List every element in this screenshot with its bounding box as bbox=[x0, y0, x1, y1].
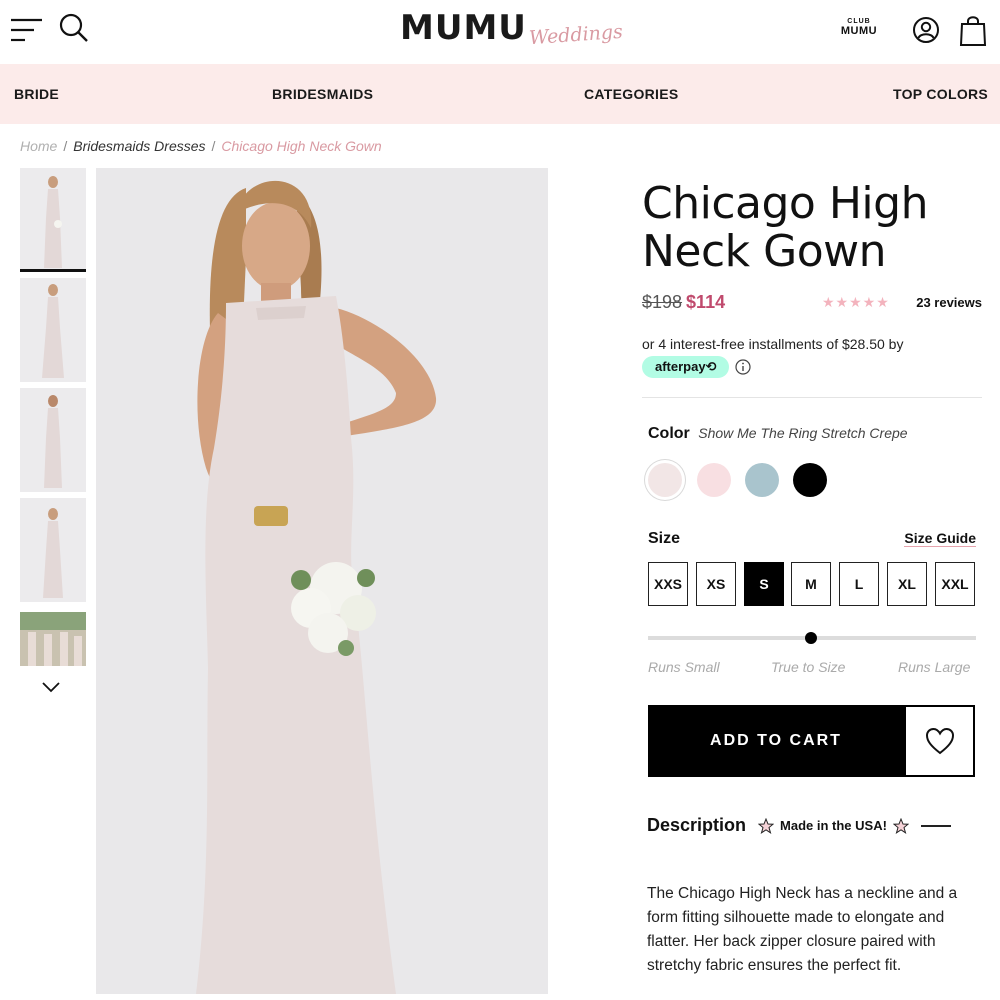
afterpay-badge[interactable]: afterpay⟲ bbox=[642, 356, 730, 378]
thumbnail-3[interactable] bbox=[20, 388, 86, 492]
star-outline-icon bbox=[892, 817, 909, 834]
site-logo[interactable]: MUMU Weddings bbox=[400, 4, 624, 50]
nav-item-categories[interactable]: CATEGORIES bbox=[584, 86, 679, 102]
sale-price: $114 bbox=[686, 292, 726, 312]
breadcrumb-separator: / bbox=[211, 138, 216, 154]
size-guide-link[interactable]: Size Guide bbox=[904, 530, 976, 547]
product-title-line-1: Chicago High bbox=[642, 178, 928, 229]
original-price: $198 bbox=[642, 292, 683, 312]
club-label-top: CLUB bbox=[847, 18, 871, 25]
main-nav: BRIDE BRIDESMAIDS CATEGORIES TOP COLORS bbox=[0, 64, 1000, 124]
reviews-link[interactable]: 23 reviews bbox=[916, 295, 982, 310]
breadcrumb-current: Chicago High Neck Gown bbox=[221, 138, 382, 154]
size-option-xs[interactable]: XS bbox=[696, 562, 736, 606]
color-swatch-1[interactable] bbox=[648, 463, 682, 497]
size-option-xl[interactable]: XL bbox=[887, 562, 927, 606]
product-title-line-2: Neck Gown bbox=[642, 226, 887, 277]
fit-label-runs-large: Runs Large bbox=[898, 659, 971, 675]
fit-scale-marker bbox=[805, 632, 817, 644]
color-swatch-2[interactable] bbox=[697, 463, 731, 497]
color-swatch-3[interactable] bbox=[745, 463, 779, 497]
product-main-image[interactable] bbox=[96, 168, 548, 994]
description-header[interactable]: Description Made in the USA! bbox=[647, 815, 951, 836]
price-row: $198 $114 ★★★★★ 23 reviews bbox=[642, 292, 982, 316]
color-row: Color Show Me The Ring Stretch Crepe bbox=[648, 425, 908, 443]
star-outline-icon bbox=[758, 817, 775, 834]
menu-icon[interactable] bbox=[10, 17, 44, 43]
breadcrumb-separator: / bbox=[63, 138, 68, 154]
color-swatch-4[interactable] bbox=[793, 463, 827, 497]
add-to-cart-button[interactable]: ADD TO CART bbox=[648, 705, 904, 777]
logo-text: MUMU bbox=[400, 8, 527, 48]
account-icon[interactable] bbox=[912, 16, 940, 44]
thumbnail-4[interactable] bbox=[20, 498, 86, 602]
club-mumu-link[interactable]: CLUB MUMU bbox=[838, 18, 880, 37]
bag-icon[interactable] bbox=[959, 14, 987, 46]
breadcrumb: Home / Bridesmaids Dresses / Chicago High Ne… bbox=[20, 138, 382, 154]
fit-label-true-to-size: True to Size bbox=[771, 659, 846, 675]
breadcrumb-parent[interactable]: Bridesmaids Dresses bbox=[73, 138, 205, 154]
wishlist-button[interactable] bbox=[904, 705, 975, 777]
description-label: Description bbox=[647, 815, 747, 835]
made-in-usa-text: Made in the USA! bbox=[780, 818, 887, 833]
thumbnail-2[interactable] bbox=[20, 278, 86, 382]
nav-item-top-colors[interactable]: TOP COLORS bbox=[893, 86, 988, 102]
afterpay-row: afterpay⟲ bbox=[642, 356, 752, 378]
divider bbox=[642, 397, 982, 398]
heart-icon bbox=[925, 727, 954, 755]
size-option-l[interactable]: L bbox=[839, 562, 879, 606]
breadcrumb-home[interactable]: Home bbox=[20, 138, 57, 154]
thumbnail-1[interactable] bbox=[20, 168, 86, 272]
fit-label-runs-small: Runs Small bbox=[648, 659, 720, 675]
size-option-s[interactable]: S bbox=[744, 562, 784, 606]
info-icon[interactable] bbox=[735, 359, 752, 375]
thumbnail-5[interactable] bbox=[20, 612, 86, 666]
color-label: Color bbox=[648, 425, 690, 442]
club-label-bottom: MUMU bbox=[840, 25, 878, 37]
size-option-m[interactable]: M bbox=[791, 562, 831, 606]
description-text: The Chicago High Neck has a neckline and… bbox=[647, 885, 958, 974]
product-title: Chicago High Neck Gown bbox=[642, 180, 982, 276]
collapse-icon[interactable] bbox=[920, 824, 951, 827]
search-icon[interactable] bbox=[58, 12, 90, 44]
installments-text: or 4 interest-free installments of $28.5… bbox=[642, 336, 904, 352]
logo-script-text: Weddings bbox=[528, 20, 624, 50]
size-label: Size bbox=[648, 530, 681, 547]
color-name: Show Me The Ring Stretch Crepe bbox=[698, 425, 908, 441]
size-option-xxs[interactable]: XXS bbox=[648, 562, 688, 606]
chevron-down-icon[interactable] bbox=[40, 680, 62, 694]
site-header: MUMU Weddings CLUB MUMU bbox=[0, 0, 1000, 64]
nav-item-bride[interactable]: BRIDE bbox=[14, 86, 59, 102]
rating-stars[interactable]: ★★★★★ bbox=[822, 294, 890, 311]
size-option-xxl[interactable]: XXL bbox=[935, 562, 975, 606]
nav-item-bridesmaids[interactable]: BRIDESMAIDS bbox=[272, 86, 373, 102]
